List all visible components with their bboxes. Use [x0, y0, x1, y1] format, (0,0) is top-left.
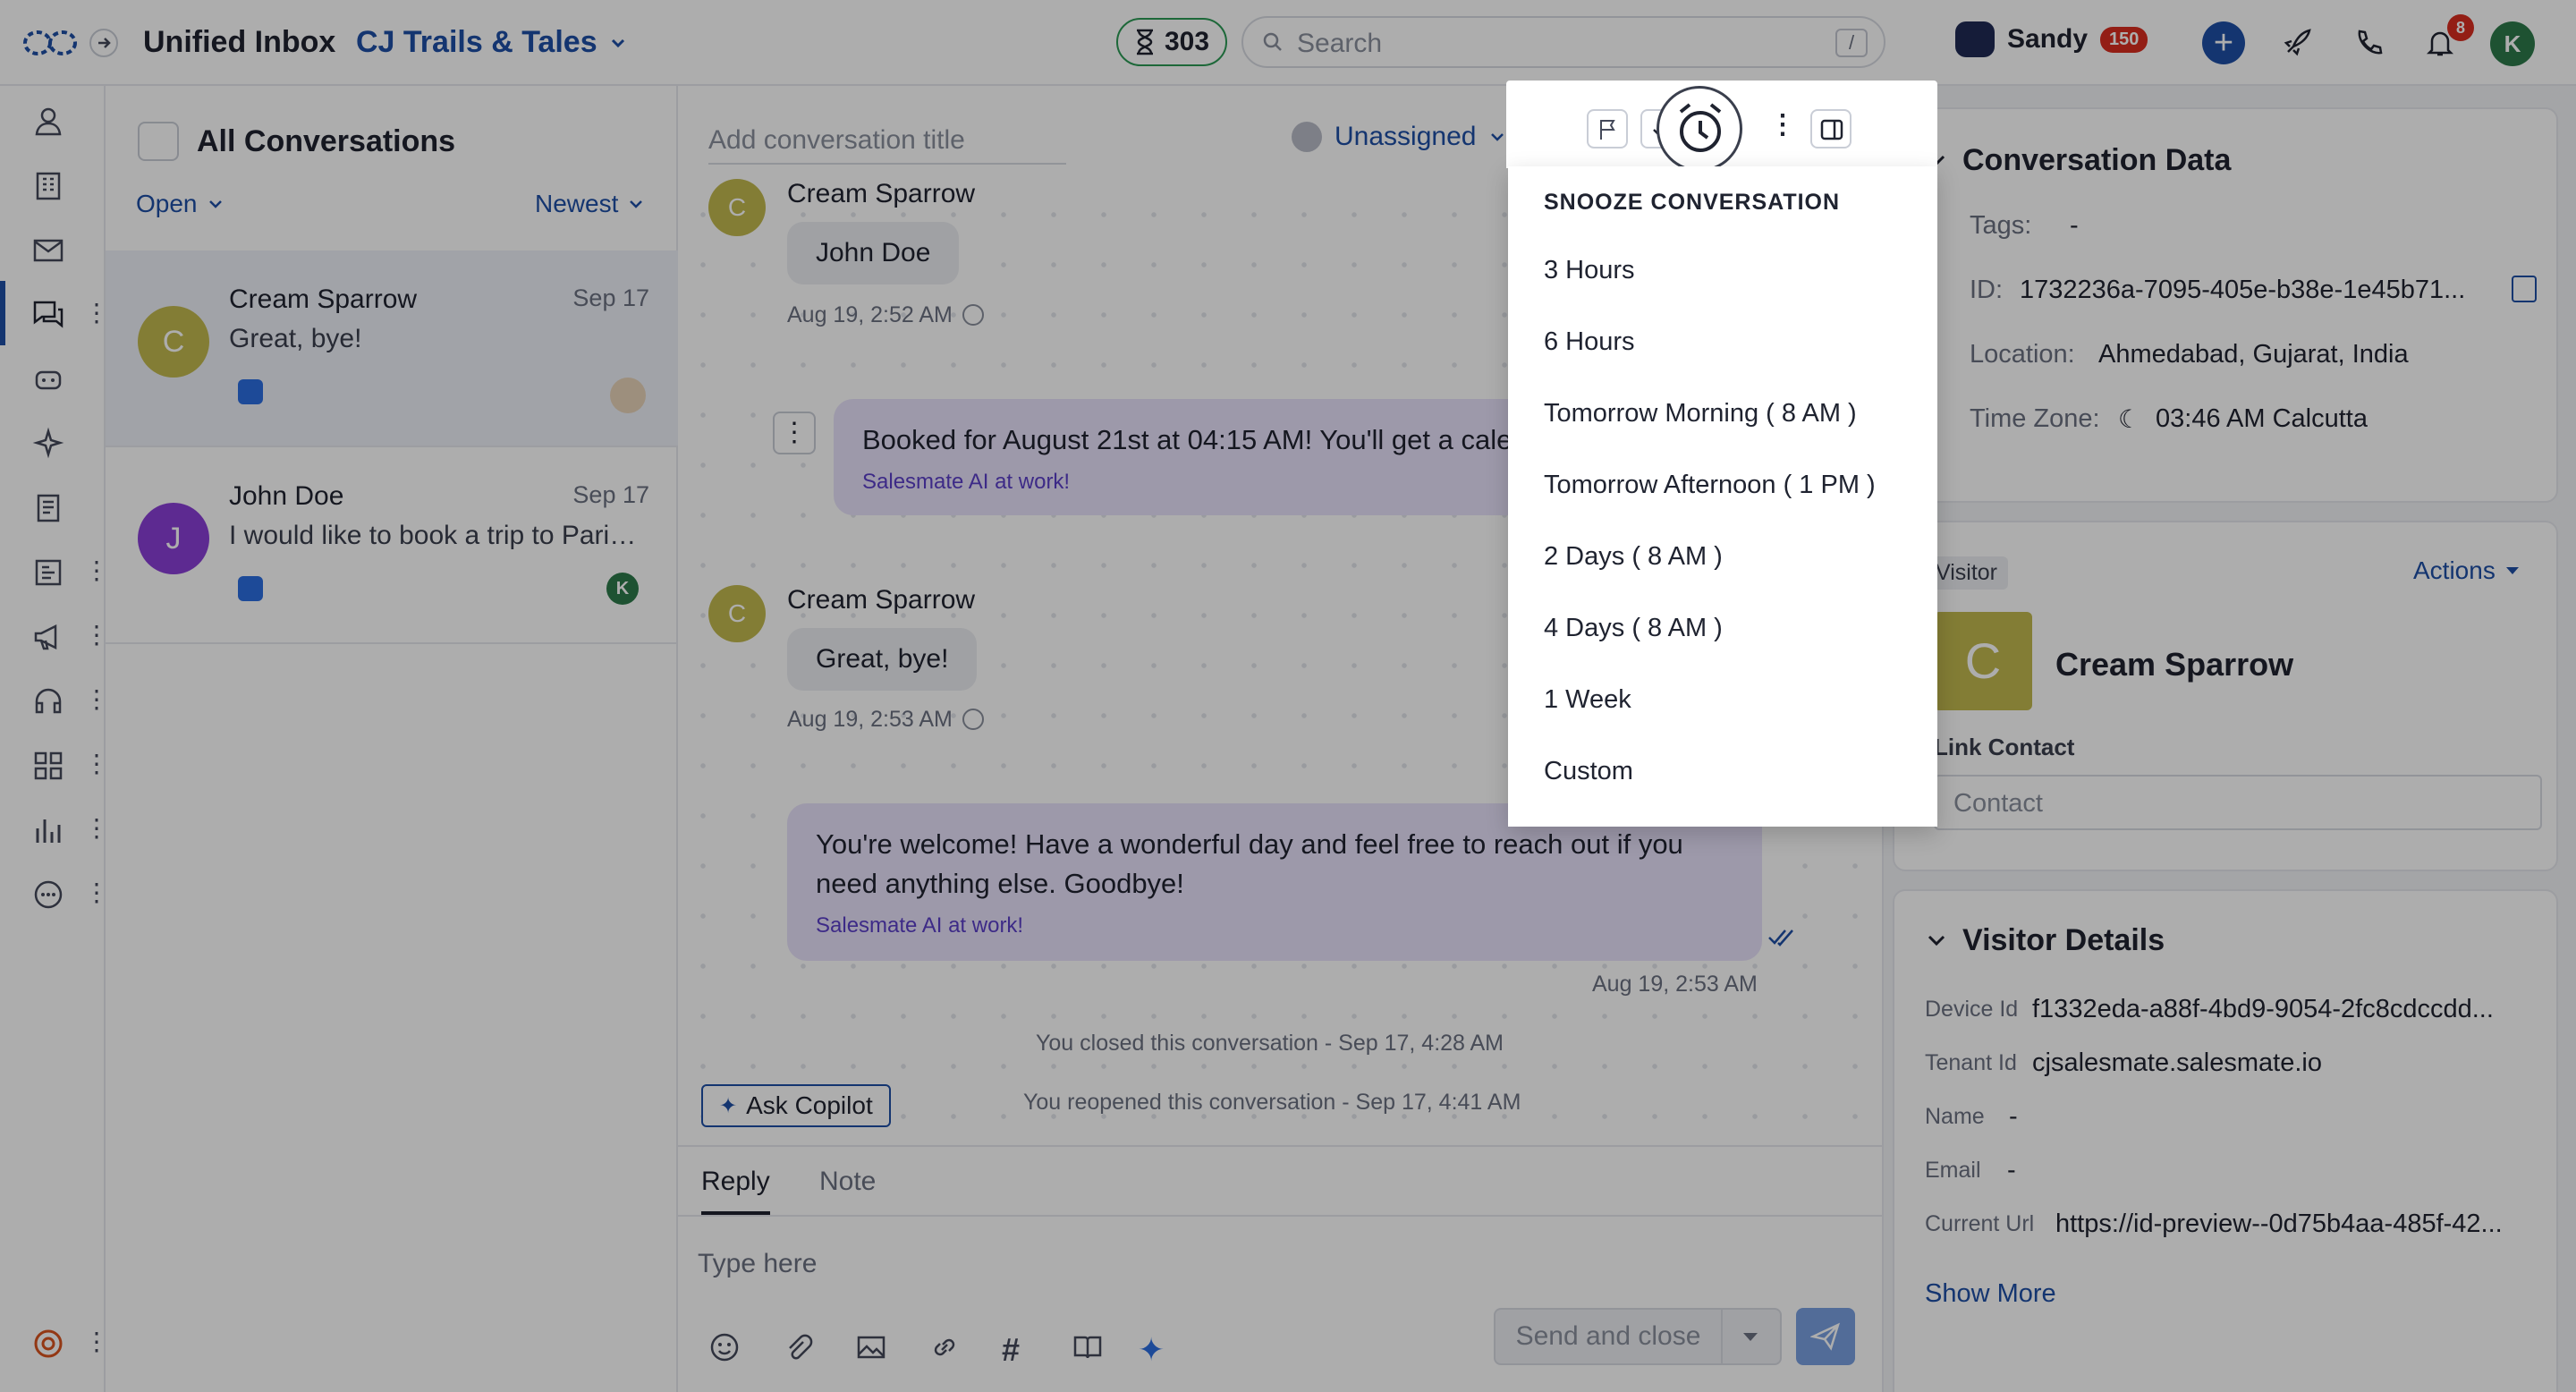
- snooze-option-2-days[interactable]: 2 Days ( 8 AM ): [1544, 542, 1723, 572]
- snooze-option-tomorrow-afternoon[interactable]: Tomorrow Afternoon ( 1 PM ): [1544, 471, 1876, 500]
- snooze-option-1-week[interactable]: 1 Week: [1544, 685, 1631, 715]
- panel-toggle-icon[interactable]: [1810, 109, 1852, 149]
- snooze-dropdown-menu: SNOOZE CONVERSATION 3 Hours 6 Hours Tomo…: [1508, 166, 1937, 827]
- modal-overlay[interactable]: [0, 0, 2576, 1392]
- snooze-option-custom[interactable]: Custom: [1544, 757, 1633, 786]
- conversation-action-toolbar: ⋮: [1506, 81, 1937, 172]
- flag-icon[interactable]: [1587, 109, 1628, 149]
- snooze-option-3-hours[interactable]: 3 Hours: [1544, 256, 1635, 285]
- snooze-option-4-days[interactable]: 4 Days ( 8 AM ): [1544, 614, 1723, 643]
- snooze-option-6-hours[interactable]: 6 Hours: [1544, 327, 1635, 357]
- more-options-icon[interactable]: ⋮: [1769, 109, 1796, 140]
- snooze-menu-header: SNOOZE CONVERSATION: [1544, 190, 1841, 215]
- snooze-alarm-clock-icon[interactable]: [1657, 86, 1742, 172]
- snooze-option-tomorrow-morning[interactable]: Tomorrow Morning ( 8 AM ): [1544, 399, 1857, 429]
